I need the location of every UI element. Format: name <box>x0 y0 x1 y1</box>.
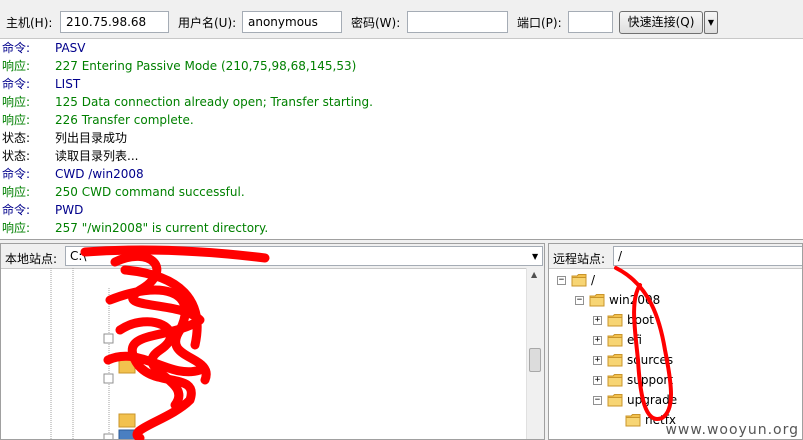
log-kind: 命令: <box>2 41 31 55</box>
log-kind: 响应: <box>2 59 31 73</box>
remote-site-bar: 远程站点: / <box>549 244 802 269</box>
log-kind: 状态: <box>2 131 31 145</box>
local-tree-scrollbar[interactable]: ▲ <box>526 268 544 439</box>
remote-tree-label: / <box>591 273 596 287</box>
remote-tree-label: efi <box>627 333 642 347</box>
log-message: 226 Transfer complete. <box>55 113 194 127</box>
remote-site-pane: 远程站点: / − / − win2008 + boot + efi + sources + supp… <box>548 243 803 440</box>
folder-icon <box>607 313 623 327</box>
folder-icon <box>607 373 623 387</box>
host-label: 主机(H): <box>6 16 53 30</box>
log-row: 响应: 257 "/win2008" is current directory. <box>0 219 803 237</box>
log-row: 响应: 226 Transfer complete. <box>0 111 803 129</box>
remote-tree-label: support <box>627 373 674 387</box>
collapse-icon[interactable]: − <box>575 296 584 305</box>
collapse-icon[interactable]: − <box>593 396 602 405</box>
log-message: PWD <box>55 203 84 217</box>
local-path-dropdown-icon[interactable]: ▼ <box>532 252 538 261</box>
expand-icon[interactable]: + <box>593 316 602 325</box>
username-input[interactable] <box>242 11 342 33</box>
folder-icon <box>571 273 587 287</box>
folder-icon <box>589 293 605 307</box>
local-path-text: C:\ <box>70 249 87 263</box>
log-row: 命令: LIST <box>0 75 803 93</box>
quickconnect-bar: 主机(H): 用户名(U): 密码(W): 端口(P): 快速连接(Q) ▼ <box>0 0 803 39</box>
log-message: LIST <box>55 77 81 91</box>
local-site-pane: 本地站点: C:\ ▼ ▲ <box>0 243 545 440</box>
log-row: 命令: PWD <box>0 201 803 219</box>
log-kind: 命令: <box>2 167 31 181</box>
log-row: 状态: 读取目录列表... <box>0 147 803 165</box>
remote-site-label: 远程站点: <box>553 252 606 266</box>
log-message: 读取目录列表... <box>55 149 139 163</box>
remote-tree-label: boot <box>627 313 655 327</box>
expand-icon[interactable]: + <box>593 356 602 365</box>
remote-path-input[interactable]: / <box>613 246 802 266</box>
message-log[interactable]: 命令: PASV 响应: 227 Entering Passive Mode (210… <box>0 39 803 240</box>
log-kind: 响应: <box>2 113 31 127</box>
local-tree[interactable]: ▲ <box>1 268 544 439</box>
log-message: PASV <box>55 41 86 55</box>
log-message: 227 Entering Passive Mode (210,75,98,68,… <box>55 59 357 73</box>
username-label: 用户名(U): <box>178 16 237 30</box>
folder-icon <box>607 353 623 367</box>
password-input[interactable] <box>407 11 508 33</box>
local-site-label: 本地站点: <box>5 252 58 266</box>
remote-tree-label: sources <box>627 353 674 367</box>
log-message: 250 CWD command successful. <box>55 185 245 199</box>
log-row: 命令: PASV <box>0 39 803 57</box>
folder-icon <box>607 393 623 407</box>
remote-tree-label: upgrade <box>627 393 678 407</box>
remote-path-text: / <box>618 249 623 263</box>
local-tree-lines <box>50 268 136 439</box>
log-kind: 命令: <box>2 203 31 217</box>
log-row: 命令: CWD /win2008 <box>0 165 803 183</box>
remote-tree-label: win2008 <box>609 293 661 307</box>
log-message: 列出目录成功 <box>55 131 128 145</box>
host-input[interactable] <box>60 11 169 33</box>
expand-icon[interactable]: + <box>593 376 602 385</box>
log-kind: 响应: <box>2 95 31 109</box>
local-path-input[interactable]: C:\ <box>65 246 543 266</box>
log-kind: 命令: <box>2 77 31 91</box>
quickconnect-button[interactable]: 快速连接(Q) <box>619 11 703 34</box>
log-message: 125 Data connection already open; Transf… <box>55 95 373 109</box>
log-row: 响应: 125 Data connection already open; Tra… <box>0 93 803 111</box>
folder-icon <box>625 413 641 427</box>
quickconnect-dropdown-icon[interactable]: ▼ <box>704 11 718 34</box>
expand-icon[interactable]: + <box>593 336 602 345</box>
watermark: www.wooyun.org <box>665 422 799 438</box>
log-kind: 响应: <box>2 185 31 199</box>
port-label: 端口(P): <box>517 16 562 30</box>
log-row: 响应: 227 Entering Passive Mode (210,75,98,… <box>0 57 803 75</box>
password-label: 密码(W): <box>351 16 401 30</box>
remote-tree[interactable]: − / − win2008 + boot + efi + sources + support − upgr… <box>549 268 802 439</box>
scroll-thumb[interactable] <box>529 348 541 372</box>
log-row: 状态: 列出目录成功 <box>0 129 803 147</box>
scroll-up-icon[interactable]: ▲ <box>531 270 537 279</box>
log-message: CWD /win2008 <box>55 167 144 181</box>
log-kind: 状态: <box>2 149 31 163</box>
log-message: 257 "/win2008" is current directory. <box>55 221 269 235</box>
log-row: 响应: 250 CWD command successful. <box>0 183 803 201</box>
port-input[interactable] <box>568 11 613 33</box>
collapse-icon[interactable]: − <box>557 276 566 285</box>
log-kind: 响应: <box>2 221 31 235</box>
local-site-bar: 本地站点: C:\ ▼ <box>1 244 544 269</box>
folder-icon <box>607 333 623 347</box>
